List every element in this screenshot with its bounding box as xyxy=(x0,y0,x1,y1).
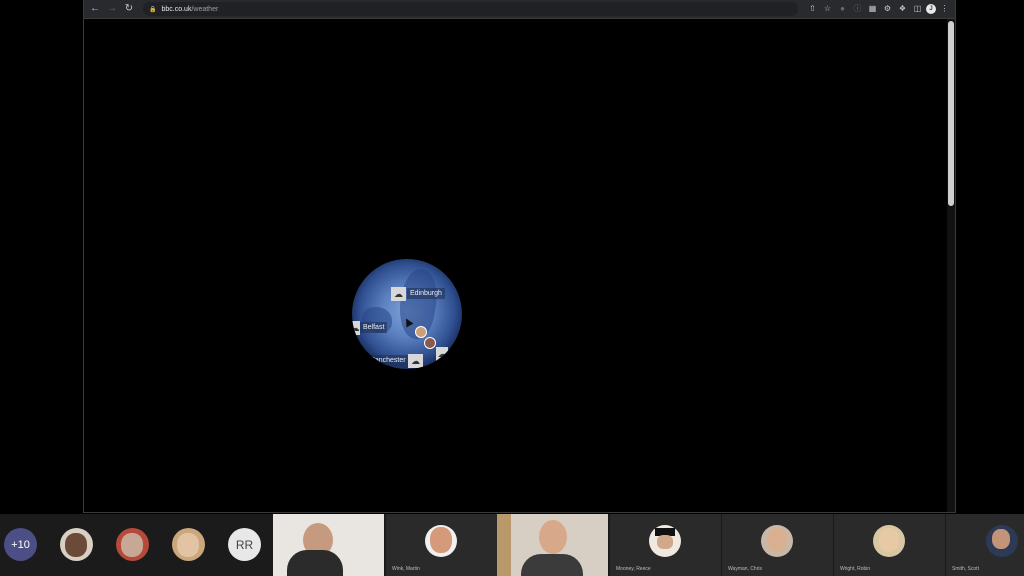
cloud-icon[interactable]: ☁ xyxy=(408,354,423,368)
settings-extension-icon[interactable]: ⚙ xyxy=(881,2,894,16)
participant-name: Wink, Martin xyxy=(392,566,420,572)
browser-toolbar: ← → ↻ 🔒 bbc.co.uk/weather ⇧ ☆ ● ⓘ ▦ ⚙ ❖ … xyxy=(84,0,955,19)
profile-avatar[interactable]: J xyxy=(926,4,936,14)
more-participants-button[interactable]: +10 xyxy=(4,528,37,561)
participant-cursor-avatar xyxy=(424,337,436,349)
forward-arrow-icon[interactable]: → xyxy=(105,2,119,16)
grid-extension-icon[interactable]: ▦ xyxy=(866,2,879,16)
participant-avatar[interactable] xyxy=(116,528,149,561)
toolbar-actions: ⇧ ☆ ● ⓘ ▦ ⚙ ❖ ◫ J ⋮ xyxy=(806,2,951,16)
participant-video xyxy=(539,520,567,554)
share-icon[interactable]: ⇧ xyxy=(806,2,819,16)
cloud-rain-icon[interactable]: ☁ xyxy=(352,321,360,335)
shared-browser-window: ← → ↻ 🔒 bbc.co.uk/weather ⇧ ☆ ● ⓘ ▦ ⚙ ❖ … xyxy=(83,0,956,513)
participant-cursor-avatar xyxy=(415,326,427,338)
map-label-edinburgh[interactable]: Edinburgh xyxy=(407,288,445,299)
participant-name: Wright, Robin xyxy=(840,566,871,572)
participant-avatar[interactable] xyxy=(172,528,205,561)
participant-photo xyxy=(177,533,199,557)
participant-shirt xyxy=(287,550,343,576)
side-panel-icon[interactable]: ◫ xyxy=(911,2,924,16)
participant-face xyxy=(657,535,673,549)
participant-video-tile[interactable] xyxy=(273,514,384,576)
cloud-rain-icon[interactable]: ☁ xyxy=(391,287,406,301)
puzzle-extensions-icon[interactable]: ❖ xyxy=(896,2,909,16)
reload-icon[interactable]: ↻ xyxy=(122,2,136,16)
url-host: bbc.co.uk xyxy=(161,5,192,13)
page-viewport: ☁ Edinburgh ☁ Belfast Manchester ☁ ☁ xyxy=(84,19,947,512)
lock-icon: 🔒 xyxy=(149,6,157,13)
cloud-icon[interactable]: ☁ xyxy=(436,347,448,361)
participant-video-tile[interactable] xyxy=(497,514,608,576)
participant-video-tile[interactable]: Smith, Scott xyxy=(946,514,1024,576)
address-bar[interactable]: 🔒 bbc.co.uk/weather xyxy=(143,2,798,16)
participant-face xyxy=(992,529,1010,549)
kebab-menu-icon[interactable]: ⋮ xyxy=(938,2,951,16)
participant-initials-avatar[interactable]: RR xyxy=(228,528,261,561)
back-arrow-icon[interactable]: ← xyxy=(88,2,102,16)
participant-photo xyxy=(121,533,143,557)
extension-icon[interactable]: ● xyxy=(836,2,849,16)
participant-face xyxy=(430,527,452,553)
map-label-manchester[interactable]: Manchester xyxy=(366,355,409,366)
participant-photo xyxy=(65,533,87,557)
weather-map-spotlight[interactable]: ☁ Edinburgh ☁ Belfast Manchester ☁ ☁ xyxy=(352,259,462,369)
participant-avatar[interactable] xyxy=(60,528,93,561)
star-icon[interactable]: ☆ xyxy=(821,2,834,16)
info-icon[interactable]: ⓘ xyxy=(851,2,864,16)
participants-strip: +10 RR Wink, Martin Mooney, Reece Wayman… xyxy=(0,514,1024,576)
scrollbar-thumb[interactable] xyxy=(948,21,954,206)
map-label-belfast[interactable]: Belfast xyxy=(360,322,388,333)
participant-face xyxy=(767,528,787,552)
participant-video-tile[interactable]: Wright, Robin xyxy=(834,514,945,576)
participant-face xyxy=(879,528,899,552)
participant-video-tile[interactable]: Mooney, Reece xyxy=(610,514,721,576)
participant-video-tile[interactable]: Wink, Martin xyxy=(386,514,497,576)
room-background xyxy=(497,514,511,576)
participant-name: Mooney, Reece xyxy=(616,566,651,572)
participant-name: Smith, Scott xyxy=(952,566,979,572)
participant-video-tile[interactable]: Wayman, Chris xyxy=(722,514,833,576)
participant-name: Wayman, Chris xyxy=(728,566,762,572)
page-scrollbar[interactable] xyxy=(947,19,955,512)
participant-shirt xyxy=(521,554,583,576)
url-path: /weather xyxy=(191,5,219,13)
